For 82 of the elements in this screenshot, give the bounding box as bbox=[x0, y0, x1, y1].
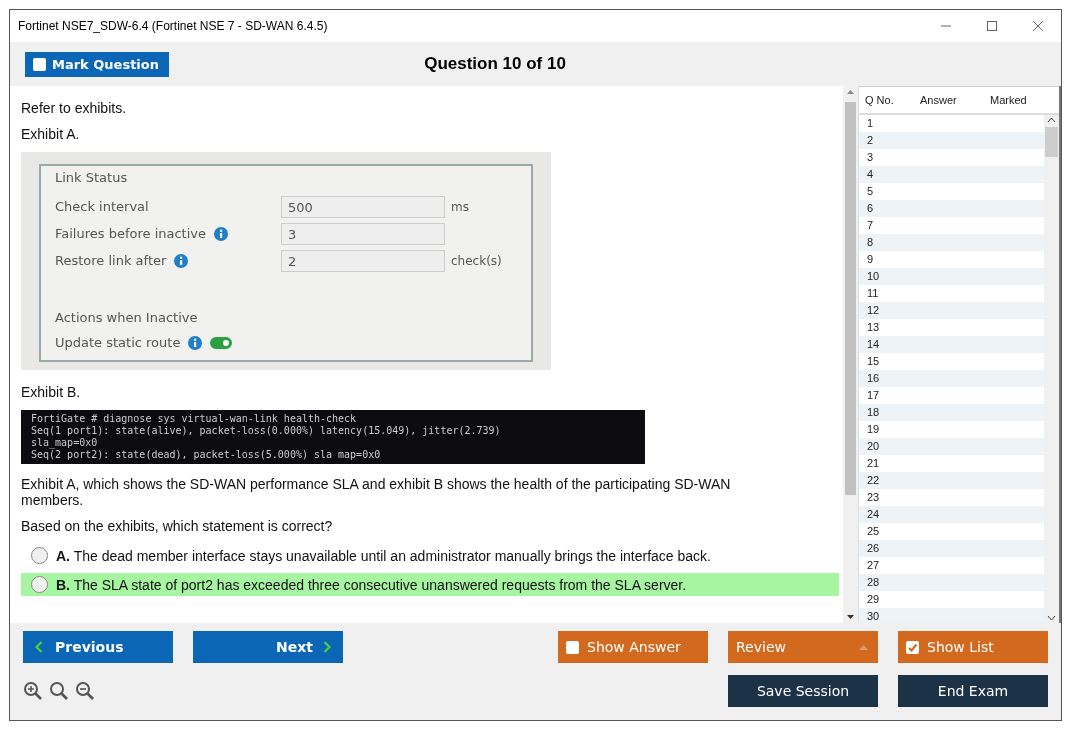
scroll-up-icon[interactable] bbox=[1047, 117, 1056, 123]
previous-button[interactable]: Previous bbox=[23, 631, 173, 663]
question-title: Question 10 of 10 bbox=[423, 54, 567, 74]
toggle-switch[interactable] bbox=[210, 336, 233, 349]
question-number[interactable]: 28 bbox=[859, 574, 1044, 591]
toggle-label: Update static route bbox=[55, 335, 181, 350]
question-number[interactable]: 4 bbox=[859, 166, 1044, 183]
question-number[interactable]: 14 bbox=[859, 336, 1044, 353]
question-number[interactable]: 12 bbox=[859, 302, 1044, 319]
scrollbar[interactable] bbox=[1044, 115, 1059, 623]
question-number[interactable]: 22 bbox=[859, 472, 1044, 489]
scrollbar-thumb[interactable] bbox=[845, 102, 856, 495]
zoom-out-icon[interactable] bbox=[75, 681, 95, 701]
close-icon[interactable] bbox=[1032, 21, 1044, 31]
terminal-line: Seq(1 port1): state(alive), packet-loss(0.000%) latency(15.049), jitter(2.739) bbox=[31, 425, 502, 437]
field-label: Failures before inactive bbox=[55, 226, 206, 241]
question-number[interactable]: 24 bbox=[859, 506, 1044, 523]
question-number[interactable]: 9 bbox=[859, 251, 1044, 268]
column-header: Marked bbox=[990, 94, 1028, 106]
window-title: Fortinet NSE7_SDW-6.4 (Fortinet NSE 7 - SD-WAN 6.4.5) bbox=[18, 19, 329, 33]
chevron-left-icon bbox=[35, 641, 43, 653]
question-number[interactable]: 18 bbox=[859, 404, 1044, 421]
question-text: Exhibit A, which shows the SD-WAN performance SLA and exhibit B shows the health of the participating SD-WAN members. bbox=[21, 476, 732, 508]
search-icon[interactable] bbox=[49, 681, 69, 701]
question-number[interactable]: 27 bbox=[859, 557, 1044, 574]
question-number[interactable]: 16 bbox=[859, 370, 1044, 387]
input-field[interactable]: 3 bbox=[281, 222, 445, 245]
question-number[interactable]: 10 bbox=[859, 268, 1044, 285]
caret-icon bbox=[859, 644, 868, 650]
exhibit-label: Exhibit A. bbox=[21, 126, 81, 142]
question-number[interactable]: 2 bbox=[859, 132, 1044, 149]
question-number[interactable]: 5 bbox=[859, 183, 1044, 200]
answer-option-text: A. The dead member interface stays unavailable until an administrator manually brings the interface back. bbox=[56, 547, 711, 564]
question-text: Based on the exhibits, which statement is correct? bbox=[21, 518, 334, 534]
question-number[interactable]: 19 bbox=[859, 421, 1044, 438]
zoom-in-icon[interactable] bbox=[23, 681, 43, 701]
terminal-line: Seq(2 port2): state(dead), packet-loss(5.000%) sla map=0x0 bbox=[31, 449, 382, 461]
question-number[interactable]: 7 bbox=[859, 217, 1044, 234]
field-label: Check interval bbox=[55, 199, 149, 214]
question-number[interactable]: 23 bbox=[859, 489, 1044, 506]
chevron-right-icon bbox=[323, 641, 331, 653]
question-number[interactable]: 8 bbox=[859, 234, 1044, 251]
input-field[interactable]: 500 bbox=[281, 195, 445, 218]
scroll-up-icon[interactable] bbox=[847, 90, 854, 94]
question-number[interactable]: 1 bbox=[859, 115, 1044, 132]
terminal-line: FortiGate # diagnose sys virtual-wan-link health-check bbox=[31, 413, 358, 425]
radio-button[interactable] bbox=[31, 576, 48, 593]
question-number[interactable]: 13 bbox=[859, 319, 1044, 336]
next-button[interactable]: Next bbox=[193, 631, 343, 663]
section-title: Actions when Inactive bbox=[55, 310, 199, 325]
question-number[interactable]: 21 bbox=[859, 455, 1044, 472]
question-number[interactable]: 29 bbox=[859, 591, 1044, 608]
question-number[interactable]: 17 bbox=[859, 387, 1044, 404]
input-field[interactable]: 2 bbox=[281, 249, 445, 272]
scrollbar-thumb[interactable] bbox=[1045, 127, 1058, 157]
exhibit-label: Exhibit B. bbox=[21, 384, 82, 400]
column-header: Q No. bbox=[865, 94, 895, 106]
column-header: Answer bbox=[920, 94, 958, 106]
question-number[interactable]: 11 bbox=[859, 285, 1044, 302]
maximize-icon[interactable] bbox=[986, 21, 998, 31]
answer-option-text: B. The SLA state of port2 has exceeded three consecutive unanswered requests from the SLA server. bbox=[56, 576, 687, 593]
question-number[interactable]: 3 bbox=[859, 149, 1044, 166]
unit-label: ms bbox=[450, 199, 470, 214]
field-label: Restore link after bbox=[55, 253, 167, 268]
mark-question-button[interactable]: Mark Question bbox=[25, 51, 169, 77]
question-number[interactable]: 26 bbox=[859, 540, 1044, 557]
question-number[interactable]: 20 bbox=[859, 438, 1044, 455]
review-dropdown[interactable]: Review bbox=[728, 631, 878, 663]
question-number[interactable]: 25 bbox=[859, 523, 1044, 540]
scroll-down-icon[interactable] bbox=[847, 615, 854, 619]
question-number[interactable]: 15 bbox=[859, 353, 1044, 370]
radio-button[interactable] bbox=[31, 547, 48, 564]
unit-label: check(s) bbox=[450, 253, 503, 268]
end-exam-button[interactable]: End Exam bbox=[898, 675, 1048, 707]
terminal-line: sla_map=0x0 bbox=[31, 437, 99, 449]
question-number[interactable]: 6 bbox=[859, 200, 1044, 217]
show-answer-button[interactable]: Show Answer bbox=[558, 631, 708, 663]
question-text: Refer to exhibits. bbox=[21, 100, 128, 116]
show-list-button[interactable]: Show List bbox=[898, 631, 1048, 663]
save-session-button[interactable]: Save Session bbox=[728, 675, 878, 707]
scroll-down-icon[interactable] bbox=[1047, 615, 1056, 621]
panel-title: Link Status bbox=[55, 170, 129, 185]
